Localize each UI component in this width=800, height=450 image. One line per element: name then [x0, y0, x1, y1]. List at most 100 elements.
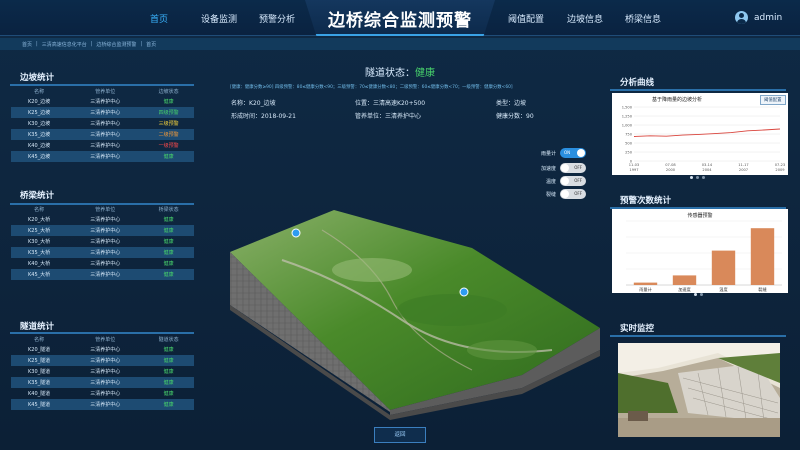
table-row[interactable]: K40_大桥 三清养护中心 健康: [11, 258, 194, 269]
table-row[interactable]: K20_大桥 三清养护中心 健康: [11, 214, 194, 225]
x-tick-label: 温度: [719, 286, 728, 293]
cell-status: 健康: [163, 391, 174, 397]
table-row[interactable]: K45_边坡 三清养护中心 健康: [11, 151, 194, 162]
info-type: 类型：边坡: [496, 100, 527, 107]
cell-name: K35_大桥: [11, 247, 68, 258]
col-header: 桥梁状态: [158, 206, 179, 213]
table-row[interactable]: K25_边坡 三清养护中心 四级预警: [11, 107, 194, 118]
nav-threshold-config[interactable]: 阈值配置: [508, 12, 544, 25]
terrain-3d-model[interactable]: [222, 200, 622, 420]
table-row[interactable]: K30_隧道 三清养护中心 健康: [11, 366, 194, 377]
rainfall-chart: 基于降雨量的边坡分析 阈值配置 1,500 1,250 1,000 750 500 250…: [612, 93, 788, 175]
table-row[interactable]: K45_隧道 三清养护中心 健康: [11, 399, 194, 410]
x-tick-label: 03-14: [702, 163, 713, 167]
table-row[interactable]: K35_大桥 三清养护中心 健康: [11, 247, 194, 258]
cell-unit: 三清养护中心: [67, 129, 144, 140]
x-tick-year: 2004: [702, 168, 712, 172]
title-banner: 边桥综合监测预警: [305, 0, 495, 36]
toggle-acceleration[interactable]: 加速度 OFF: [520, 163, 586, 173]
cell-unit: 三清养护中心: [67, 151, 144, 162]
table-row[interactable]: K40_隧道 三清养护中心 健康: [11, 388, 194, 399]
cell-unit: 三清养护中心: [90, 261, 121, 267]
cell-unit: 三清养护中心: [67, 377, 144, 388]
sensor-warning-chart: 传感器预警 雨量计 加速度 温度 裂缝: [612, 209, 788, 293]
toggle-switch[interactable]: OFF: [560, 176, 586, 186]
breadcrumb-item: 首页: [146, 41, 157, 48]
x-tick-year: 2000: [666, 168, 676, 172]
cell-status: 健康: [143, 377, 194, 388]
cell-unit: 三清养护中心: [90, 391, 121, 397]
cell-name: K35_隧道: [11, 377, 68, 388]
toggle-switch[interactable]: ON: [560, 148, 586, 158]
tunnel-table: 名称 管养单位 隧道状态 K20_隧道 三清养护中心 健康 K25_隧道 三清养护中心…: [11, 334, 194, 410]
bar: [750, 228, 775, 285]
col-header: 管养单位: [95, 88, 116, 95]
nav-home[interactable]: 首页: [150, 12, 168, 25]
cell-name: K20_边坡: [28, 99, 51, 105]
table-row[interactable]: K20_边坡 三清养护中心 健康: [11, 96, 194, 107]
nav-warning-analysis[interactable]: 预警分析: [259, 12, 295, 25]
cell-status: 健康: [163, 369, 174, 375]
cell-name: K45_边坡: [11, 151, 68, 162]
x-tick-label: 11-17: [738, 163, 748, 167]
live-monitor-title: 实时监控: [620, 324, 655, 334]
live-camera-feed[interactable]: [618, 343, 780, 437]
cell-unit: 三清养护中心: [90, 99, 121, 105]
table-row[interactable]: K40_边坡 三清养护中心 一级预警: [11, 140, 194, 151]
nav-device-monitor[interactable]: 设备监测: [201, 12, 237, 25]
cell-unit: 三清养护中心: [90, 239, 121, 245]
table-row[interactable]: K45_大桥 三清养护中心 健康: [11, 269, 194, 280]
cell-unit: 三清养护中心: [67, 247, 144, 258]
table-row[interactable]: K30_边坡 三清养护中心 三级预警: [11, 118, 194, 129]
col-header: 边坡状态: [158, 88, 179, 95]
x-tick-label: 07-08: [665, 163, 676, 167]
table-row[interactable]: K35_隧道 三清养护中心 健康: [11, 377, 194, 388]
toggle-crack[interactable]: 裂缝 OFF: [520, 189, 586, 199]
cell-status: 三级预警: [158, 121, 179, 127]
sensor-marker-icon[interactable]: [459, 287, 469, 297]
bar: [711, 250, 736, 285]
cell-name: K45_隧道: [11, 399, 68, 410]
cell-status: 健康: [143, 399, 194, 410]
cell-status: 健康: [163, 239, 174, 245]
health-score-legend: [健康：健康分数≥90] 四级预警：80≤健康分数<90；三级预警：70≤健康分…: [230, 85, 513, 90]
toggle-temperature[interactable]: 温度 OFF: [520, 176, 586, 186]
toggle-switch[interactable]: OFF: [560, 163, 586, 173]
toggle-rain-gauge[interactable]: 雨量计 ON: [520, 148, 586, 158]
col-header: 管养单位: [95, 336, 116, 343]
breadcrumb-item[interactable]: 三清高速信息化平台: [42, 41, 87, 48]
cell-status: 健康: [143, 151, 194, 162]
cell-name: K30_边坡: [28, 121, 51, 127]
x-tick-label: 07-23: [775, 163, 785, 167]
nav-bridge-info[interactable]: 桥梁信息: [625, 12, 661, 25]
cell-name: K20_隧道: [28, 347, 51, 353]
breadcrumb-item[interactable]: 边桥综合监测预警: [96, 41, 136, 48]
col-header: 隧道状态: [158, 336, 179, 343]
carousel-dots[interactable]: [690, 176, 705, 179]
breadcrumb-item[interactable]: 首页: [22, 41, 32, 48]
carousel-dots[interactable]: [694, 293, 703, 296]
x-tick-label: 加速度: [678, 286, 691, 293]
cell-name: K30_隧道: [28, 369, 51, 375]
cell-name: K30_大桥: [28, 239, 51, 245]
bridge-stats-title: 桥梁统计: [20, 191, 55, 201]
user-menu[interactable]: admin: [735, 11, 782, 24]
nav-slope-info[interactable]: 边坡信息: [567, 12, 603, 25]
slope-table: 名称 管养单位 边坡状态 K20_边坡 三清养护中心 健康 K25_边坡 三清养护中心…: [11, 86, 194, 162]
username: admin: [754, 12, 783, 23]
status-label: 隧道状态：: [365, 68, 415, 79]
y-tick-label: 250: [625, 151, 633, 155]
table-row[interactable]: K20_隧道 三清养护中心 健康: [11, 344, 194, 355]
info-health-score: 健康分数：90: [496, 113, 534, 120]
cell-status: 二级预警: [143, 129, 194, 140]
table-row[interactable]: K35_边坡 三清养护中心 二级预警: [11, 129, 194, 140]
back-button[interactable]: 返回: [374, 427, 426, 443]
table-row[interactable]: K30_大桥 三清养护中心 健康: [11, 236, 194, 247]
sensor-marker-icon[interactable]: [291, 228, 301, 238]
y-tick-label: 500: [625, 142, 633, 146]
tunnel-status-heading: 隧道状态：健康: [300, 64, 500, 79]
toggle-switch[interactable]: OFF: [560, 189, 586, 199]
table-row[interactable]: K25_隧道 三清养护中心 健康: [11, 355, 194, 366]
table-row[interactable]: K25_大桥 三清养护中心 健康: [11, 225, 194, 236]
bar: [633, 282, 658, 285]
